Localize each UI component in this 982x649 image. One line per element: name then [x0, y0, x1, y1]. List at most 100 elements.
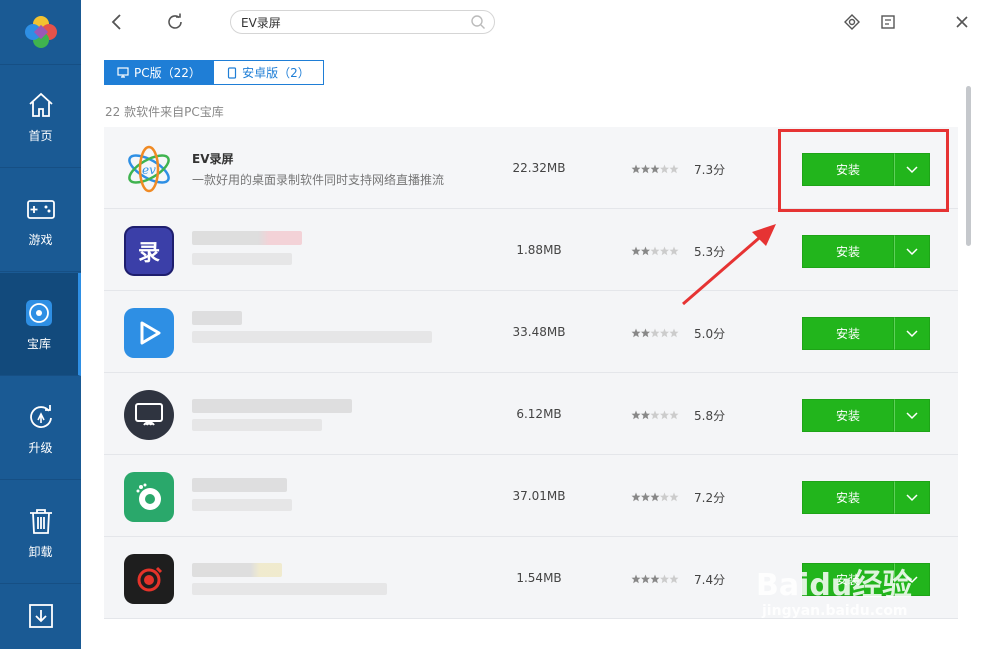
list-item[interactable]: 录 1.88MB 5.3分 安装: [104, 209, 958, 291]
tab-android[interactable]: 安卓版（2）: [214, 60, 324, 85]
blurred-app-name: [192, 563, 282, 577]
trash-icon: [29, 508, 52, 534]
sidebar-item-treasury[interactable]: 宝库: [0, 273, 81, 376]
gamepad-icon: [26, 199, 55, 219]
back-icon: [111, 14, 121, 30]
app-size: 1.88MB: [516, 243, 562, 257]
close-button[interactable]: [950, 10, 974, 34]
tab-label: PC版（22）: [134, 66, 201, 80]
app-size: 6.12MB: [516, 407, 562, 421]
install-button[interactable]: 安装: [802, 317, 894, 350]
app-score: 5.0分: [694, 327, 726, 341]
install-control: 安装: [802, 481, 930, 514]
rating-stars: [631, 410, 679, 420]
blurred-app-description: [192, 583, 387, 595]
install-control: 安装: [802, 235, 930, 268]
sidebar: 首页 游戏 宝库 升级 卸载: [0, 0, 81, 649]
blurred-app-name: [192, 399, 352, 413]
app-icon: [124, 308, 174, 358]
search-box: [230, 10, 495, 34]
tab-label: 安卓版（2）: [242, 66, 310, 80]
sidebar-item-downloads[interactable]: [0, 585, 81, 649]
monitor-icon: [117, 67, 129, 78]
list-item[interactable]: 37.01MB 7.2分 安装: [104, 455, 958, 537]
tab-pc[interactable]: PC版（22）: [104, 60, 214, 85]
app-logo-icon: [24, 16, 57, 48]
record-icon: [136, 483, 161, 510]
sidebar-item-label: 卸载: [28, 544, 53, 559]
install-options-button[interactable]: [894, 235, 930, 268]
rating-stars: [631, 492, 679, 502]
install-button[interactable]: 安装: [802, 481, 894, 514]
search-icon[interactable]: [470, 14, 486, 30]
app-size: 1.54MB: [516, 571, 562, 585]
record-icon: [137, 566, 163, 592]
highlight-box: [778, 129, 949, 212]
rating-stars: [631, 246, 679, 256]
app-icon: 录: [124, 226, 174, 276]
app-logo: [0, 0, 81, 65]
app-size: 33.48MB: [512, 325, 566, 339]
chevron-down-icon: [906, 411, 918, 419]
home-icon: [28, 92, 53, 117]
sidebar-item-label: 升级: [28, 440, 53, 455]
cast-icon: [135, 403, 163, 426]
disc-icon: [26, 299, 52, 326]
scrollbar-thumb[interactable]: [966, 86, 971, 246]
restore-button[interactable]: [876, 10, 900, 34]
blurred-app-description: [192, 331, 432, 343]
install-button[interactable]: 安装: [802, 235, 894, 268]
app-name[interactable]: EV录屏: [192, 150, 234, 167]
list-item[interactable]: 33.48MB 5.0分 安装: [104, 291, 958, 373]
watermark: Baidu经验: [756, 568, 913, 603]
phone-icon: [228, 66, 237, 79]
watermark-url: jingyan.baidu.com: [762, 603, 908, 619]
install-options-button[interactable]: [894, 317, 930, 350]
upgrade-icon: [29, 404, 52, 428]
search-input[interactable]: [241, 14, 461, 30]
rating-stars: [631, 164, 679, 174]
blurred-app-name: [192, 311, 242, 325]
install-options-button[interactable]: [894, 481, 930, 514]
app-score: 7.4分: [694, 573, 726, 587]
app-icon: [124, 390, 174, 440]
sidebar-item-label: 宝库: [26, 336, 51, 351]
sidebar-item-upgrade[interactable]: 升级: [0, 377, 81, 480]
sidebar-item-home[interactable]: 首页: [0, 65, 81, 168]
close-icon: [956, 16, 968, 28]
sidebar-item-uninstall[interactable]: 卸载: [0, 481, 81, 584]
app-score: 5.8分: [694, 409, 726, 423]
chevron-down-icon: [906, 329, 918, 337]
blurred-app-description: [192, 499, 292, 511]
list-item[interactable]: 6.12MB 5.8分 安装: [104, 373, 958, 455]
blurred-app-name: [192, 478, 287, 492]
ev-recorder-icon: ev: [124, 144, 174, 194]
refresh-icon: [168, 13, 182, 29]
app-icon: [124, 472, 174, 522]
app-score: 7.3分: [694, 163, 726, 177]
app-icon: [124, 554, 174, 604]
settings-icon: [844, 14, 860, 30]
sidebar-item-games[interactable]: 游戏: [0, 169, 81, 272]
back-button[interactable]: [105, 10, 129, 34]
svg-text:ev: ev: [142, 163, 156, 177]
skin-button[interactable]: [840, 10, 864, 34]
install-options-button[interactable]: [894, 399, 930, 432]
rating-stars: [631, 574, 679, 584]
play-icon: [140, 321, 161, 345]
chevron-down-icon: [906, 493, 918, 501]
rating-stars: [631, 328, 679, 338]
chevron-down-icon: [906, 247, 918, 255]
install-button[interactable]: 安装: [802, 399, 894, 432]
annotation-arrow-icon: [682, 224, 776, 306]
app-size: 37.01MB: [512, 489, 566, 503]
refresh-button[interactable]: [163, 10, 187, 34]
results-count: 22 款软件来自PC宝库: [105, 105, 224, 119]
app-score: 7.2分: [694, 491, 726, 505]
sidebar-item-label: 游戏: [28, 232, 53, 247]
top-bar: [81, 0, 982, 45]
blurred-app-description: [192, 419, 322, 431]
blurred-app-name: [192, 231, 302, 245]
install-control: 安装: [802, 399, 930, 432]
install-control: 安装: [802, 317, 930, 350]
